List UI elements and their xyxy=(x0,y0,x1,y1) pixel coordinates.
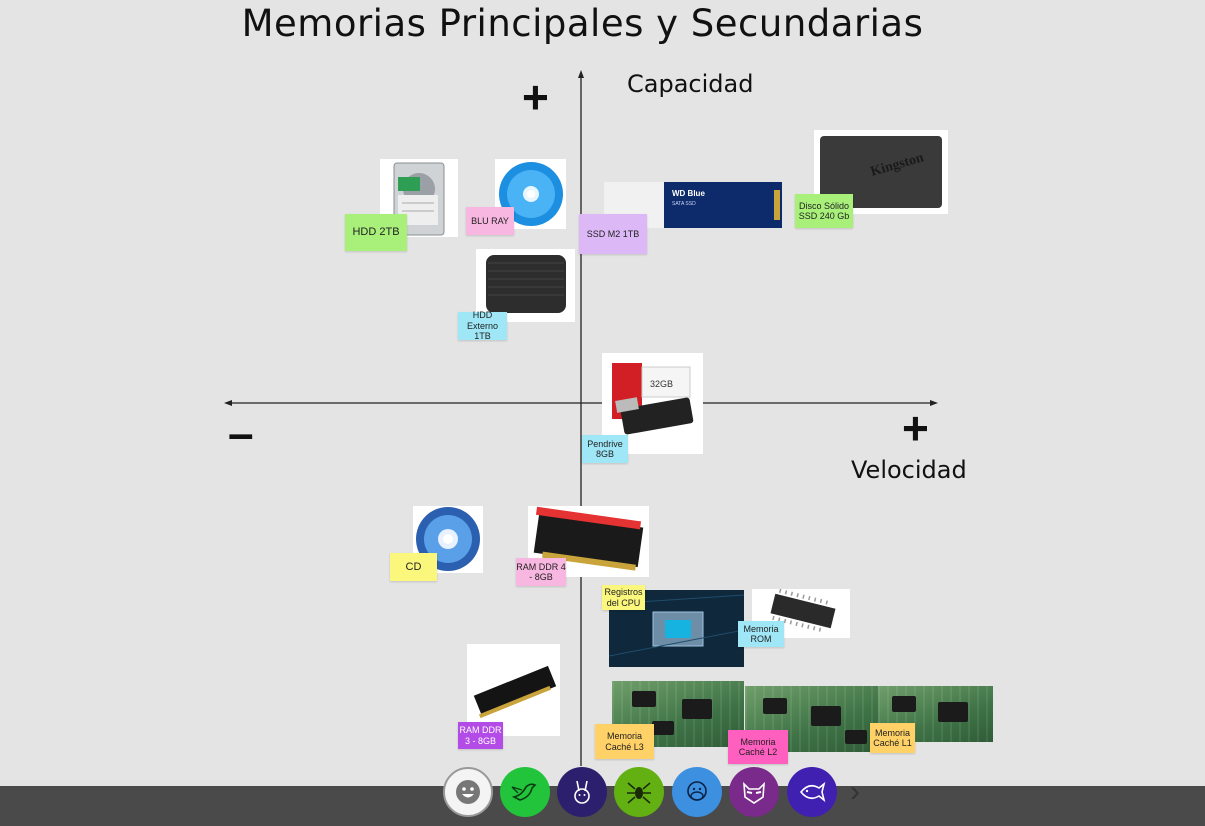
fish-icon xyxy=(799,781,826,803)
sticky-ssd-m2[interactable]: SSD M2 1TB xyxy=(579,214,647,254)
sticky-rom[interactable]: Memoria ROM xyxy=(738,621,784,647)
avatar-fish[interactable] xyxy=(787,767,837,817)
sticky-ram-ddr4[interactable]: RAM DDR 4 - 8GB xyxy=(516,558,566,586)
sticky-ssd-disk[interactable]: Disco Sólido SSD 240 Gb xyxy=(795,194,853,228)
avatar-raccoon[interactable] xyxy=(729,767,779,817)
rabbit-icon xyxy=(574,780,590,804)
y-axis-arrow xyxy=(578,70,584,78)
sticky-hdd-2tb[interactable]: HDD 2TB xyxy=(345,214,407,251)
wd-sub-text: SATA SSD xyxy=(672,201,696,207)
plus-sign-right: + xyxy=(902,402,929,454)
raccoon-icon xyxy=(743,781,765,804)
usb-capacity-text: 32GB xyxy=(650,379,673,389)
monkey-icon xyxy=(687,781,707,801)
bird-icon xyxy=(511,783,537,801)
sticky-cpu-registers[interactable]: Registros del CPU xyxy=(602,585,645,610)
sticky-pendrive[interactable]: Pendrive 8GB xyxy=(582,435,628,463)
x-axis-label: Velocidad xyxy=(851,456,967,484)
sticky-cache-l2[interactable]: Memoria Caché L2 xyxy=(728,730,788,764)
x-axis-right-arrow xyxy=(930,400,938,406)
wd-brand-text: WD Blue xyxy=(672,189,705,198)
sticky-cache-l3[interactable]: Memoria Caché L3 xyxy=(595,724,654,759)
y-axis-label: Capacidad xyxy=(627,70,754,98)
avatar-bird[interactable] xyxy=(500,767,550,817)
avatar-spider[interactable] xyxy=(614,767,664,817)
x-axis-left-arrow xyxy=(224,400,232,406)
whiteboard-canvas[interactable]: Memorias Principales y Secundarias + + –… xyxy=(0,0,1205,786)
avatar-smiley[interactable] xyxy=(443,767,493,817)
sticky-hdd-external[interactable]: HDD Externo 1TB xyxy=(458,310,507,341)
sticky-bluray[interactable]: BLU RAY xyxy=(466,207,514,235)
avatar-monkey[interactable] xyxy=(672,767,722,817)
sticky-cache-l1[interactable]: Memoria Caché L1 xyxy=(870,723,915,753)
sticky-ram-ddr3[interactable]: RAM DDR 3 - 8GB xyxy=(458,722,503,749)
spider-icon xyxy=(627,782,651,804)
next-avatars-chevron-icon[interactable]: › xyxy=(850,777,860,807)
sticky-cd[interactable]: CD xyxy=(390,553,437,581)
avatar-rabbit[interactable] xyxy=(557,767,607,817)
plus-sign-top: + xyxy=(522,71,549,123)
minus-sign-left: – xyxy=(228,407,254,459)
smiley-icon xyxy=(456,780,480,804)
